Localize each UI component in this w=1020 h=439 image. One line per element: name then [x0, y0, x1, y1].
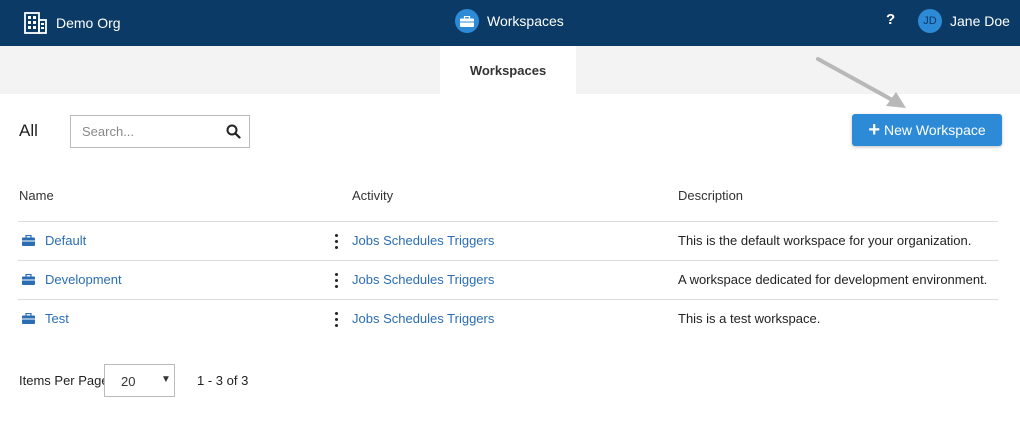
column-header-name: Name	[19, 188, 54, 203]
search-icon[interactable]	[226, 124, 241, 142]
table-row: Development Jobs Schedules Triggers A wo…	[0, 260, 1020, 299]
table-row: Test Jobs Schedules Triggers This is a t…	[0, 299, 1020, 338]
tab-workspaces[interactable]: Workspaces	[440, 46, 576, 94]
workspace-description: This is a test workspace.	[678, 311, 821, 326]
briefcase-icon	[22, 312, 35, 327]
new-workspace-label: New Workspace	[884, 122, 986, 138]
annotation-arrow	[816, 57, 906, 108]
briefcase-icon	[455, 9, 479, 33]
items-per-page-value: 20	[121, 374, 136, 389]
row-actions-menu-icon[interactable]	[331, 271, 341, 291]
column-header-activity: Activity	[352, 188, 394, 203]
user-menu[interactable]: JD Jane Doe	[918, 9, 1010, 33]
pagination-range: 1 - 3 of 3	[197, 373, 249, 388]
column-header-description: Description	[678, 188, 744, 203]
user-name: Jane Doe	[950, 13, 1010, 29]
help-button[interactable]: ?	[886, 11, 895, 28]
items-per-page-select[interactable]: 20 ▼	[104, 364, 175, 397]
search-input[interactable]	[71, 116, 211, 147]
search-box	[70, 115, 250, 148]
workspace-description: A workspace dedicated for development en…	[678, 272, 988, 287]
items-per-page-label: Items Per Page	[19, 373, 109, 388]
filter-label: All	[19, 121, 38, 140]
workspace-name-link[interactable]: Test	[45, 311, 69, 326]
workspace-name-link[interactable]: Development	[45, 272, 122, 287]
caret-down-icon: ▼	[161, 374, 171, 385]
app-title: Workspaces	[455, 0, 564, 42]
briefcase-icon	[22, 234, 35, 249]
top-navigation-bar: Demo Org Workspaces ? JD Jane Doe	[0, 0, 1020, 46]
briefcase-icon	[22, 273, 35, 288]
avatar: JD	[918, 9, 942, 33]
workspace-name-link[interactable]: Default	[45, 233, 86, 248]
activity-link[interactable]: Jobs Schedules Triggers	[352, 311, 494, 326]
app-title-label: Workspaces	[487, 13, 564, 29]
building-icon	[24, 12, 47, 34]
workspace-description: This is the default workspace for your o…	[678, 233, 972, 248]
activity-link[interactable]: Jobs Schedules Triggers	[352, 272, 494, 287]
plus-icon: +	[868, 119, 880, 141]
org-name: Demo Org	[56, 15, 121, 31]
new-workspace-button[interactable]: + New Workspace	[852, 114, 1002, 146]
row-actions-menu-icon[interactable]	[331, 310, 341, 330]
row-actions-menu-icon[interactable]	[331, 232, 341, 252]
org-switcher[interactable]: Demo Org	[24, 0, 121, 46]
table-row: Default Jobs Schedules Triggers This is …	[0, 221, 1020, 260]
activity-link[interactable]: Jobs Schedules Triggers	[352, 233, 494, 248]
